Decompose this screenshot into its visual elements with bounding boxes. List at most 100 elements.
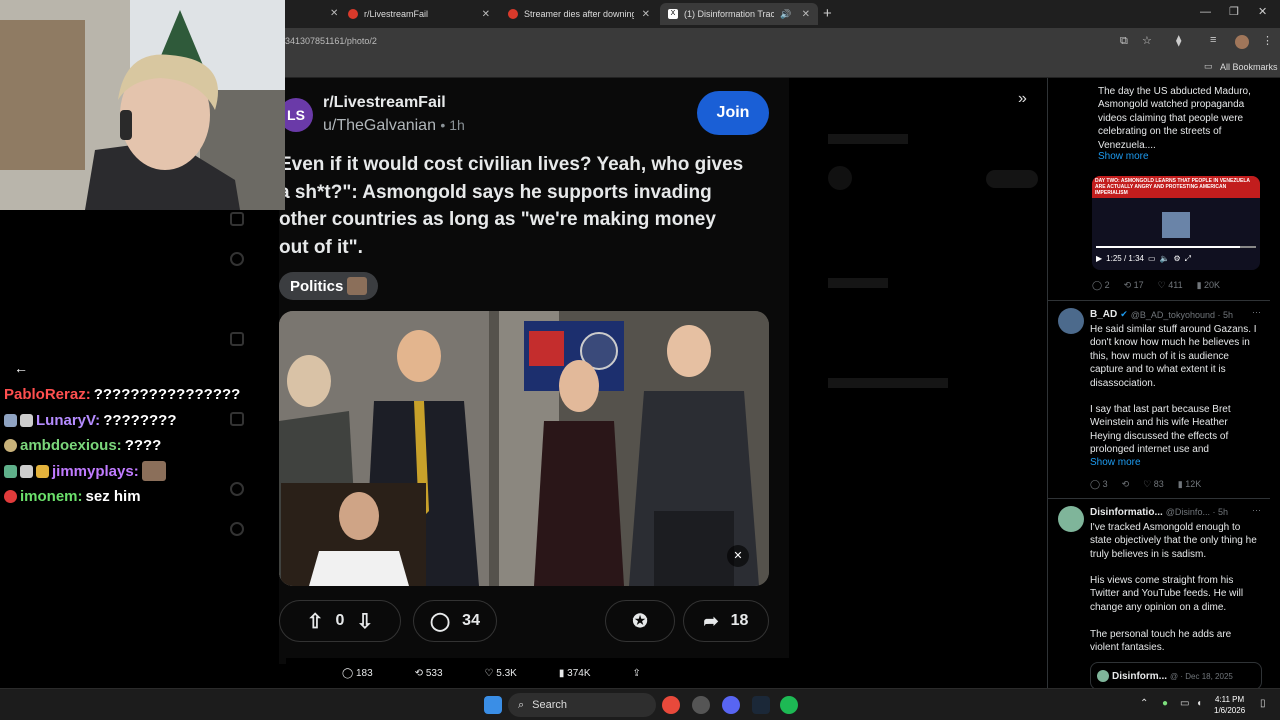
repost-icon[interactable]: ⟲ bbox=[1122, 479, 1130, 490]
like-count[interactable]: ♡ 83 bbox=[1143, 479, 1164, 490]
speaker-icon[interactable]: 🔊 bbox=[780, 9, 791, 20]
show-more-link[interactable]: Show more bbox=[1090, 457, 1141, 468]
tab-close-icon[interactable]: ✕ bbox=[642, 9, 650, 20]
view-count[interactable]: ▮ 12K bbox=[1178, 479, 1201, 490]
vote-buttons: ⇧ 0 ⇩ bbox=[279, 600, 401, 642]
share-button[interactable]: ➦ 18 bbox=[683, 600, 769, 642]
show-more-link[interactable]: Show more bbox=[1098, 151, 1149, 162]
tab-streamer-dies[interactable]: Streamer dies after downing bo ✕ bbox=[500, 3, 658, 25]
author-name[interactable]: u/TheGalvanian bbox=[323, 117, 436, 134]
quote-date: @ · Dec 18, 2025 bbox=[1170, 671, 1233, 681]
profile-avatar[interactable] bbox=[1235, 35, 1249, 49]
subreddit-name[interactable]: r/LivestreamFail bbox=[323, 94, 446, 112]
divider bbox=[1048, 300, 1270, 301]
badge-icon bbox=[36, 464, 49, 478]
reading-list-icon[interactable]: ≡ bbox=[1210, 34, 1216, 46]
tab-disinformation-tracker[interactable]: X (1) Disinformation Tracker o 🔊 ✕ bbox=[660, 3, 818, 25]
discord-icon[interactable] bbox=[722, 696, 740, 714]
tab-close-icon[interactable]: ✕ bbox=[330, 8, 338, 19]
microphone-icon[interactable]: ● bbox=[1162, 698, 1168, 709]
obs-icon[interactable] bbox=[692, 696, 710, 714]
windows-start-icon[interactable] bbox=[484, 696, 502, 714]
minimize-icon[interactable]: — bbox=[1200, 6, 1211, 18]
comments-button[interactable]: ◯ 34 bbox=[413, 600, 497, 642]
tweet-text: The personal touch he adds are violent f… bbox=[1090, 629, 1232, 654]
play-icon[interactable]: ▶ bbox=[1096, 254, 1102, 264]
clock-date: 1/6/2026 bbox=[1214, 706, 1246, 715]
tab-livestreamfail[interactable]: r/LivestreamFail ✕ bbox=[340, 3, 498, 25]
mute-icon[interactable]: ✕ bbox=[727, 545, 749, 567]
repost-button[interactable]: ⟲ 533 bbox=[415, 668, 443, 679]
video-progress-bar[interactable] bbox=[1096, 246, 1256, 248]
quote-author-name: Disinform... bbox=[1112, 670, 1168, 682]
extensions-icon[interactable]: ⧫ bbox=[1176, 34, 1181, 47]
award-button[interactable]: ✪ bbox=[605, 600, 675, 642]
spotify-icon[interactable] bbox=[780, 696, 798, 714]
award-icon: ✪ bbox=[632, 610, 648, 631]
settings-gear-icon[interactable]: ⚙ bbox=[1174, 254, 1181, 264]
author-name[interactable]: Disinformatio... bbox=[1090, 507, 1163, 518]
post-age: • 1h bbox=[440, 117, 465, 133]
tab-label: (1) Disinformation Tracker o bbox=[684, 9, 775, 19]
cast-icon[interactable]: ⧉ bbox=[1120, 35, 1128, 48]
windows-taskbar: ⌕ Search ⌃ ● ▭ ◖ 4:11 PM 1/6/2026 ▯ bbox=[0, 688, 1280, 720]
avatar[interactable] bbox=[1058, 308, 1084, 334]
all-bookmarks-link[interactable]: All Bookmarks bbox=[1220, 62, 1278, 72]
more-options-icon[interactable]: ⋯ bbox=[1252, 505, 1261, 516]
share-icon[interactable]: ⇪ bbox=[633, 668, 641, 679]
tweet-replies-column: The day the US abducted Maduro, Asmongol… bbox=[1047, 78, 1270, 690]
author-handle[interactable]: @Disinfo... · 5h bbox=[1166, 507, 1228, 518]
tab-close-icon[interactable]: ✕ bbox=[802, 9, 810, 20]
chat-username: jimmyplays: bbox=[52, 462, 139, 480]
like-count[interactable]: ♡ 411 bbox=[1158, 280, 1183, 291]
tray-chevron-icon[interactable]: ⌃ bbox=[1140, 698, 1148, 709]
avatar[interactable] bbox=[1058, 506, 1084, 532]
chat-text: ???? bbox=[124, 437, 162, 455]
taskbar-search[interactable]: ⌕ Search bbox=[508, 693, 656, 717]
view-count[interactable]: ▮ 20K bbox=[1197, 280, 1220, 291]
whats-happening-heading bbox=[828, 378, 948, 388]
chat-message: imonem: sez him bbox=[4, 484, 244, 510]
emote-icon bbox=[141, 461, 166, 482]
quoted-tweet[interactable]: Disinform... @ · Dec 18, 2025 bbox=[1090, 662, 1262, 690]
window-close-icon[interactable]: ✕ bbox=[1258, 5, 1267, 18]
reply-count[interactable]: ◯ 3 bbox=[1090, 479, 1108, 490]
follow-button bbox=[986, 170, 1038, 188]
expand-chevrons-icon[interactable]: » bbox=[1018, 90, 1027, 108]
chrome-icon[interactable] bbox=[662, 696, 680, 714]
reply-count[interactable]: ◯ 2 bbox=[1092, 280, 1110, 291]
search-icon: ⌕ bbox=[518, 698, 525, 711]
sub-badge-icon bbox=[4, 464, 17, 478]
author-handle[interactable]: @B_AD_tokyohound · 5h bbox=[1131, 310, 1233, 320]
volume-icon[interactable]: 🔈 bbox=[1160, 254, 1170, 264]
url-field[interactable]: 341307851161/photo/2 bbox=[285, 36, 377, 46]
network-icon[interactable]: ▭ bbox=[1180, 698, 1189, 709]
post-video[interactable]: ✕ bbox=[279, 311, 769, 586]
views-button[interactable]: ▮ 374K bbox=[559, 668, 591, 679]
like-button[interactable]: ♡ 5.3K bbox=[485, 668, 517, 679]
maximize-icon[interactable]: ❐ bbox=[1229, 5, 1239, 18]
messages-icon bbox=[230, 212, 244, 226]
notifications-icon[interactable]: ▯ bbox=[1260, 698, 1266, 709]
menu-kebab-icon[interactable]: ⋮ bbox=[1262, 34, 1273, 47]
tab-close-icon[interactable]: ✕ bbox=[482, 9, 490, 20]
system-clock[interactable]: 4:11 PM 1/6/2026 bbox=[1214, 694, 1245, 716]
more-options-icon[interactable]: ⋯ bbox=[1252, 307, 1261, 318]
reply-button[interactable]: ◯ 183 bbox=[342, 668, 373, 679]
fullscreen-icon[interactable]: ⤢ bbox=[1185, 254, 1191, 264]
video-caption: DAY TWO: ASMONGOLD LEARNS THAT PEOPLE IN… bbox=[1092, 176, 1260, 198]
tweet-video[interactable]: DAY TWO: ASMONGOLD LEARNS THAT PEOPLE IN… bbox=[1092, 176, 1260, 270]
flair-badge[interactable]: Politics bbox=[279, 272, 379, 300]
join-button[interactable]: Join bbox=[697, 91, 769, 135]
steam-icon[interactable] bbox=[752, 696, 770, 714]
author-name[interactable]: B_AD bbox=[1090, 309, 1117, 320]
new-tab-icon[interactable]: + bbox=[823, 5, 832, 22]
downvote-icon[interactable]: ⇩ bbox=[356, 609, 373, 634]
tab-label: Streamer dies after downing bo bbox=[524, 9, 634, 19]
repost-count[interactable]: ⟲ 17 bbox=[1124, 280, 1144, 291]
upvote-icon[interactable]: ⇧ bbox=[307, 609, 324, 634]
captions-icon[interactable]: ▭ bbox=[1148, 254, 1156, 264]
volume-icon[interactable]: ◖ bbox=[1196, 698, 1202, 709]
back-arrow-icon[interactable]: ← bbox=[14, 360, 28, 376]
bookmark-star-icon[interactable]: ☆ bbox=[1142, 34, 1152, 47]
